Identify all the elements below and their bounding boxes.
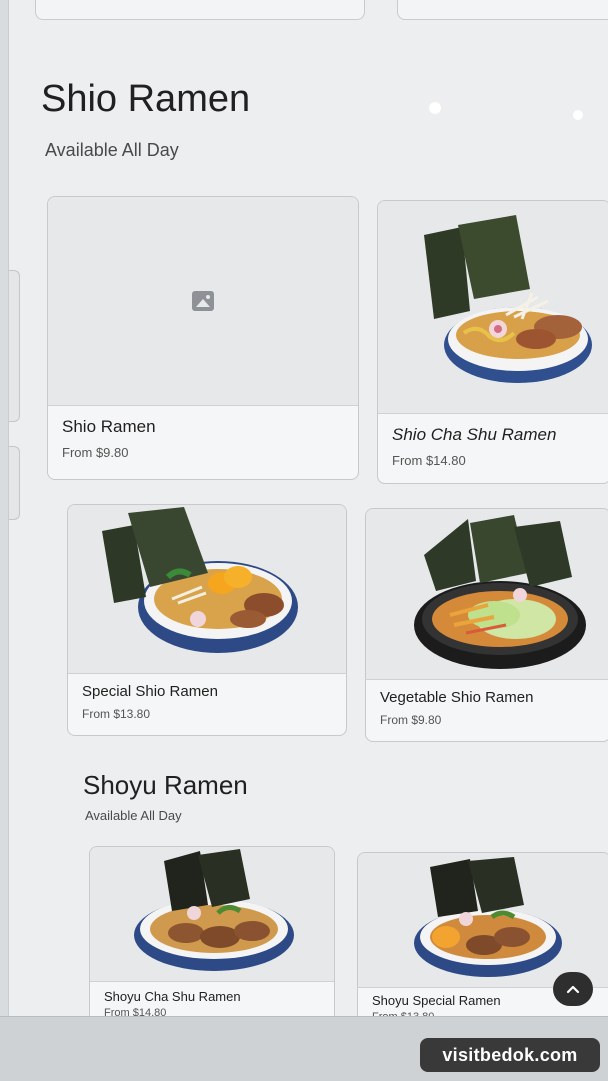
ramen-photo: [414, 857, 562, 977]
item-image: [358, 853, 608, 988]
watermark: visitbedok.com: [420, 1038, 600, 1072]
item-image: [378, 201, 608, 414]
item-image: [90, 847, 334, 982]
menu-item-card[interactable]: Vegetable Shio Ramen From $9.80: [365, 508, 608, 742]
side-category-tab[interactable]: [9, 446, 20, 520]
side-category-tab[interactable]: [9, 270, 20, 422]
chevron-up-icon: [566, 985, 580, 994]
section-availability: Available All Day: [45, 140, 179, 160]
glare: [429, 102, 441, 114]
menu-item-card[interactable]: Special Shio Ramen From $13.80: [67, 504, 347, 736]
menu-item-card-partial[interactable]: [35, 0, 365, 20]
ramen-photo: [424, 215, 592, 383]
item-name: Special Shio Ramen: [82, 683, 218, 700]
item-name: Shio Cha Shu Ramen: [392, 425, 557, 444]
ramen-photo: [102, 507, 298, 653]
item-image: [68, 505, 346, 674]
item-name: Shoyu Special Ramen: [372, 993, 501, 1008]
item-image: [48, 197, 358, 406]
item-price: From $9.80: [62, 445, 129, 460]
menu-item-card-partial[interactable]: [397, 0, 608, 20]
menu-item-card[interactable]: Shio Cha Shu Ramen From $14.80: [377, 200, 608, 484]
item-price: From $13.80: [82, 707, 151, 721]
item-price: From $14.80: [392, 453, 466, 468]
ramen-photo: [414, 515, 586, 669]
glare: [573, 110, 583, 120]
section-availability: Available All Day: [85, 808, 182, 823]
item-name: Vegetable Shio Ramen: [380, 689, 534, 706]
image-placeholder-icon: [192, 291, 214, 311]
menu-screen: Shio Ramen Available All Day Shio Ramen …: [8, 0, 608, 1030]
item-price: From $9.80: [380, 713, 442, 727]
ramen-photo: [134, 849, 294, 971]
scroll-to-top-button[interactable]: [553, 972, 593, 1006]
menu-item-card[interactable]: Shoyu Cha Shu Ramen From $14.80: [89, 846, 335, 1028]
item-image: [366, 509, 608, 680]
section-title-shoyu-ramen: Shoyu Ramen: [83, 770, 248, 800]
item-name: Shoyu Cha Shu Ramen: [104, 989, 241, 1004]
section-title-shio-ramen: Shio Ramen: [41, 78, 251, 120]
menu-item-card[interactable]: Shio Ramen From $9.80: [47, 196, 359, 480]
item-name: Shio Ramen: [62, 417, 156, 436]
